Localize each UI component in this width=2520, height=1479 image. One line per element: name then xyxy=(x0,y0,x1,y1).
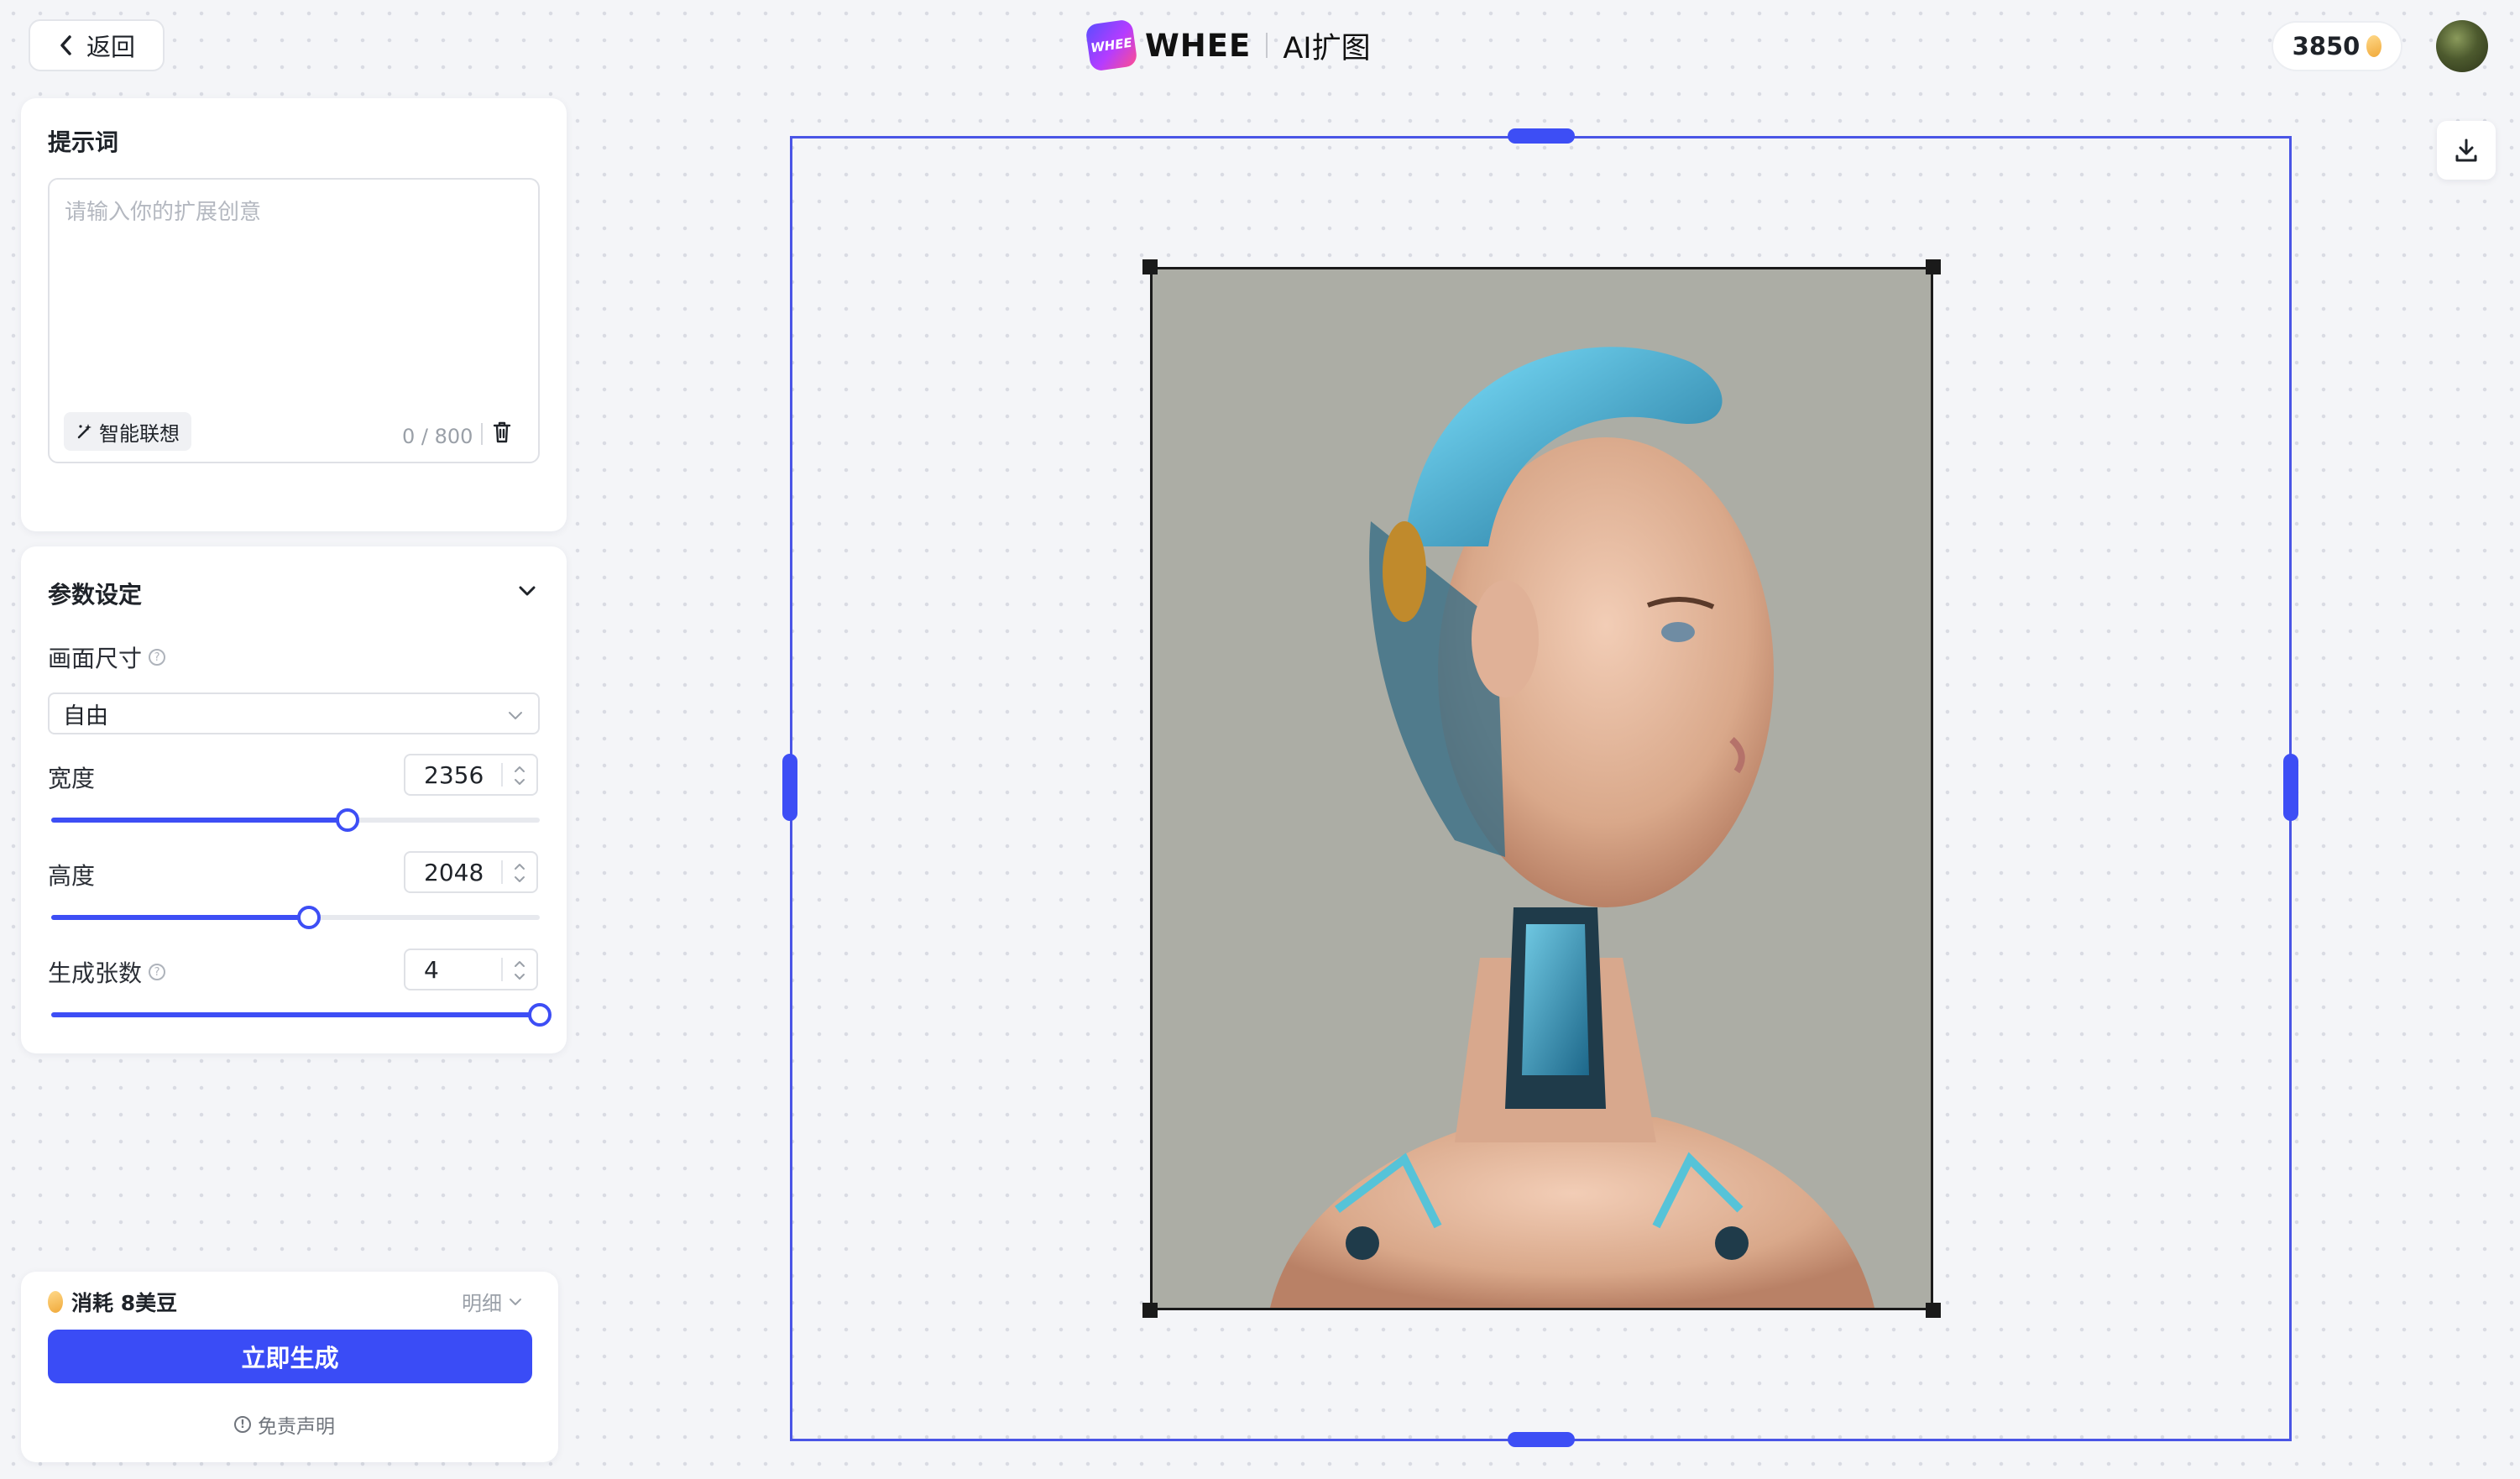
chevron-left-icon xyxy=(60,35,71,55)
prompt-box: 智能联想 0 / 800 xyxy=(48,178,540,463)
source-image[interactable] xyxy=(1150,267,1933,1310)
height-slider[interactable] xyxy=(48,903,540,932)
height-label-text: 高度 xyxy=(48,862,96,890)
height-label: 高度 xyxy=(48,858,95,891)
size-select[interactable]: 自由 xyxy=(48,692,540,734)
width-number-input[interactable]: 2356 xyxy=(404,754,538,796)
portrait-image xyxy=(1153,269,1931,1308)
info-circle-icon: ! xyxy=(234,1416,251,1433)
whee-logo-icon: WHEE xyxy=(1085,18,1138,72)
resize-handle-left[interactable] xyxy=(782,754,797,821)
avatar[interactable] xyxy=(2436,20,2488,72)
smart-suggest-label: 智能联想 xyxy=(99,421,180,446)
back-label: 返回 xyxy=(86,33,135,61)
detail-label: 明细 xyxy=(462,1292,502,1315)
count-label-text: 生成张数 xyxy=(48,959,143,987)
cost-row: 消耗 8美豆 xyxy=(48,1287,177,1317)
stepper-icon[interactable] xyxy=(511,858,528,888)
crop-corner-bottom-right[interactable] xyxy=(1926,1303,1941,1318)
slider-fill xyxy=(51,818,348,823)
bean-icon xyxy=(2366,35,2382,57)
stepper-divider xyxy=(501,860,503,884)
size-label: 画面尺寸 ? xyxy=(48,640,166,674)
resize-handle-top[interactable] xyxy=(1508,128,1575,144)
count-label: 生成张数 ? xyxy=(48,955,166,989)
disclaimer-link[interactable]: ! 免责声明 xyxy=(234,1410,335,1439)
back-button[interactable]: 返回 xyxy=(29,19,165,71)
bean-icon xyxy=(48,1291,63,1313)
width-slider[interactable] xyxy=(48,806,540,834)
char-counter: 0 / 800 xyxy=(402,425,473,448)
slider-thumb[interactable] xyxy=(296,906,321,929)
smart-suggest-button[interactable]: 智能联想 xyxy=(64,412,191,451)
credits-value: 3850 xyxy=(2292,32,2361,60)
width-label-text: 宽度 xyxy=(48,765,96,792)
slider-fill xyxy=(51,915,309,920)
stepper-divider xyxy=(501,763,503,787)
chevron-down-icon xyxy=(509,712,522,719)
height-value: 2048 xyxy=(424,858,484,886)
params-title: 参数设定 xyxy=(48,581,143,609)
brand-name: WHEE xyxy=(1145,27,1252,64)
slider-fill xyxy=(51,1012,540,1017)
question-circle-icon[interactable]: ? xyxy=(149,964,166,980)
prompt-input[interactable] xyxy=(63,193,528,364)
width-label: 宽度 xyxy=(48,760,95,794)
download-button[interactable] xyxy=(2437,121,2496,180)
slider-thumb[interactable] xyxy=(528,1003,552,1027)
stepper-divider xyxy=(501,958,503,981)
prompt-title: 提示词 xyxy=(48,128,119,156)
chevron-down-icon[interactable] xyxy=(515,579,539,603)
question-circle-icon[interactable]: ? xyxy=(149,649,166,666)
counter-divider xyxy=(481,423,483,445)
app-logo: WHEE WHEE AI扩图 xyxy=(1085,18,1371,72)
width-value: 2356 xyxy=(424,760,484,789)
crop-corner-top-right[interactable] xyxy=(1926,259,1941,274)
stepper-icon[interactable] xyxy=(511,760,528,791)
page-title: AI扩图 xyxy=(1283,31,1371,65)
height-number-input[interactable]: 2048 xyxy=(404,851,538,893)
slider-thumb[interactable] xyxy=(336,808,360,832)
magic-wand-icon xyxy=(77,424,91,439)
size-label-text: 画面尺寸 xyxy=(48,645,143,672)
disclaimer-label: 免责声明 xyxy=(258,1416,335,1438)
crop-corner-bottom-left[interactable] xyxy=(1142,1303,1158,1318)
title-divider xyxy=(1266,33,1268,58)
stepper-icon[interactable] xyxy=(511,955,528,985)
count-slider[interactable] xyxy=(48,1001,552,1029)
download-icon xyxy=(2455,138,2477,162)
crop-corner-top-left[interactable] xyxy=(1142,259,1158,274)
size-select-value: 自由 xyxy=(63,703,108,729)
count-number-input[interactable]: 4 xyxy=(404,949,538,990)
generate-button[interactable]: 立即生成 xyxy=(48,1330,532,1383)
cost-label: 消耗 8美豆 xyxy=(71,1291,178,1315)
credits-balance[interactable]: 3850 xyxy=(2272,21,2402,71)
count-value: 4 xyxy=(424,955,439,984)
chevron-down-icon xyxy=(510,1298,521,1305)
resize-handle-bottom[interactable] xyxy=(1508,1432,1575,1447)
detail-toggle[interactable]: 明细 xyxy=(462,1287,524,1316)
trash-icon[interactable] xyxy=(492,420,512,445)
resize-handle-right[interactable] xyxy=(2283,754,2298,821)
